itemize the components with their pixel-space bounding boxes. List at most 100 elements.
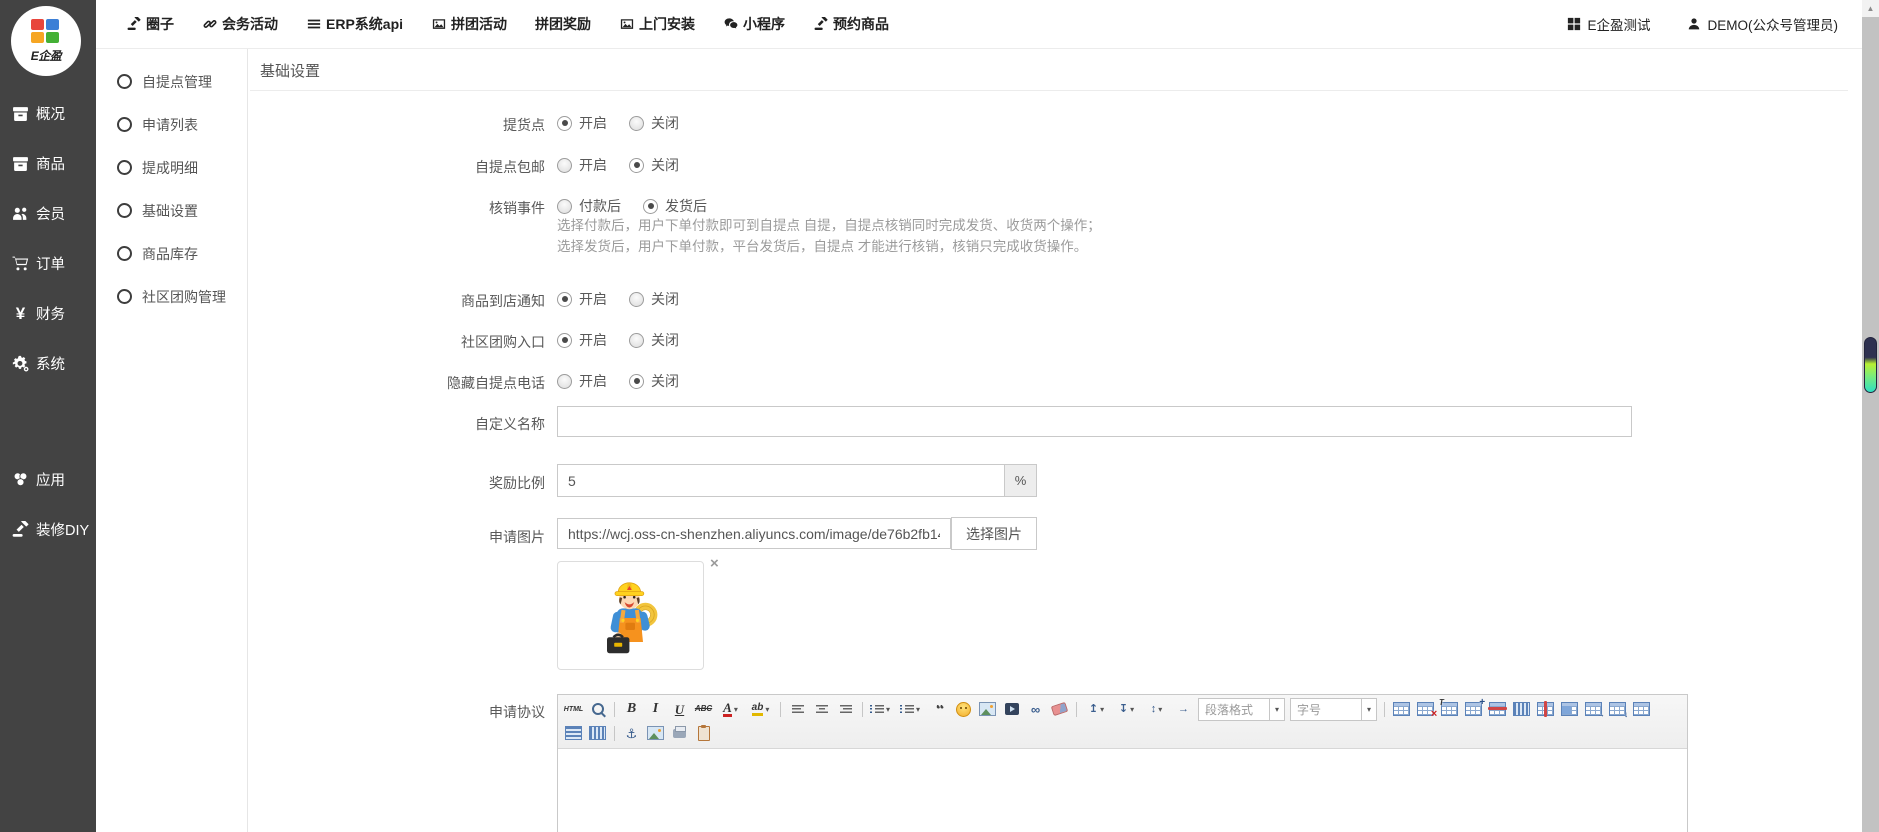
radio-icon[interactable]: [629, 116, 644, 131]
highlight-color-icon[interactable]: ab: [746, 699, 775, 719]
radio-option[interactable]: 发货后: [643, 196, 707, 216]
delete-table-icon[interactable]: [1414, 699, 1437, 719]
radio-option[interactable]: 关闭: [629, 155, 679, 175]
full-table-icon[interactable]: [1630, 699, 1653, 719]
anchor-icon[interactable]: ⚓: [620, 723, 643, 743]
preview-icon[interactable]: [586, 699, 609, 719]
radio-icon[interactable]: [629, 374, 644, 389]
nav-item-mini-program[interactable]: 小程序: [723, 14, 785, 34]
sidebar-item-finance[interactable]: ¥ 财务: [0, 288, 96, 338]
choose-image-button[interactable]: 选择图片: [951, 517, 1037, 550]
radio-icon[interactable]: [557, 333, 572, 348]
underline-icon[interactable]: U: [668, 699, 691, 719]
nav-item-home-install[interactable]: 上门安装: [619, 14, 695, 34]
radio-option[interactable]: 开启: [557, 371, 607, 391]
insert-image-icon[interactable]: [976, 699, 999, 719]
custom-name-input[interactable]: [557, 406, 1632, 437]
radio-icon[interactable]: [643, 199, 658, 214]
subnav-item-commission-detail[interactable]: 提成明细: [96, 146, 247, 189]
print-icon[interactable]: [668, 723, 691, 743]
nav-item-groupbuy-reward[interactable]: 拼团奖励: [535, 14, 591, 34]
radio-option[interactable]: 开启: [557, 289, 607, 309]
table-props-icon[interactable]: [1438, 699, 1461, 719]
font-size-select[interactable]: 字号 ▾: [1290, 698, 1377, 721]
user-menu[interactable]: DEMO(公众号管理员): [1687, 14, 1839, 34]
nav-item-circle[interactable]: 圈子: [126, 14, 174, 34]
radio-icon[interactable]: [629, 333, 644, 348]
subnav-item-community-groupbuy[interactable]: 社区团购管理: [96, 275, 247, 318]
subnav-item-basic-settings[interactable]: 基础设置: [96, 189, 247, 232]
insert-col-right-icon[interactable]: [1582, 699, 1605, 719]
editor-content-area[interactable]: [558, 749, 1687, 832]
radio-option[interactable]: 开启: [557, 113, 607, 133]
insert-table-icon[interactable]: [1390, 699, 1413, 719]
margin-bottom-icon[interactable]: ↧: [1112, 699, 1141, 719]
remove-image-icon[interactable]: ×: [710, 556, 719, 571]
radio-icon[interactable]: [629, 158, 644, 173]
source-code-icon[interactable]: HTML: [562, 699, 585, 719]
insert-media-icon[interactable]: [1000, 699, 1023, 719]
radio-option[interactable]: 付款后: [557, 196, 621, 216]
radio-icon[interactable]: [557, 374, 572, 389]
delete-col-icon[interactable]: [1534, 699, 1557, 719]
image-map-icon[interactable]: [644, 723, 667, 743]
line-height-icon[interactable]: ↕: [1142, 699, 1171, 719]
scroll-up-arrow-icon[interactable]: ▲: [1862, 0, 1879, 17]
font-color-icon[interactable]: A: [716, 699, 745, 719]
app-logo[interactable]: E企盈: [11, 6, 81, 76]
insert-link-icon[interactable]: ∞: [1024, 699, 1047, 719]
radio-option[interactable]: 关闭: [629, 113, 679, 133]
radio-icon[interactable]: [557, 158, 572, 173]
nav-item-reserve-goods[interactable]: 预约商品: [813, 14, 889, 34]
italic-icon[interactable]: I: [644, 699, 667, 719]
table-cols-icon[interactable]: [586, 723, 609, 743]
reward-ratio-input[interactable]: [557, 464, 1005, 497]
paragraph-format-select[interactable]: 段落格式 ▾: [1198, 698, 1285, 721]
bold-icon[interactable]: B: [620, 699, 643, 719]
ordered-list-icon[interactable]: [868, 699, 897, 719]
sidebar-item-members[interactable]: 会员: [0, 188, 96, 238]
blockquote-icon[interactable]: “: [928, 699, 951, 719]
unordered-list-icon[interactable]: [898, 699, 927, 719]
emoticon-icon[interactable]: [952, 699, 975, 719]
paste-icon[interactable]: [692, 723, 715, 743]
insert-row-above-icon[interactable]: [1462, 699, 1485, 719]
insert-row-below-icon[interactable]: [1606, 699, 1629, 719]
table-rows-icon[interactable]: [562, 723, 585, 743]
radio-option[interactable]: 关闭: [629, 330, 679, 350]
sidebar-item-decorate-diy[interactable]: 装修DIY: [0, 504, 96, 554]
subnav-item-application-list[interactable]: 申请列表: [96, 103, 247, 146]
eraser-icon[interactable]: [1048, 699, 1071, 719]
apply-image-url-input[interactable]: [557, 518, 951, 549]
radio-icon[interactable]: [557, 116, 572, 131]
radio-option[interactable]: 开启: [557, 155, 607, 175]
align-right-icon[interactable]: [834, 699, 857, 719]
margin-top-icon[interactable]: ↥: [1082, 699, 1111, 719]
nav-item-conference-activity[interactable]: 会务活动: [202, 14, 278, 34]
merge-cells-icon[interactable]: [1558, 699, 1581, 719]
sidebar-item-overview[interactable]: 概况: [0, 88, 96, 138]
subnav-item-pickup-point-management[interactable]: 自提点管理: [96, 60, 247, 103]
radio-icon[interactable]: [557, 292, 572, 307]
sidebar-item-orders[interactable]: 订单: [0, 238, 96, 288]
subnav-item-goods-stock[interactable]: 商品库存: [96, 232, 247, 275]
radio-option[interactable]: 关闭: [629, 371, 679, 391]
strikethrough-icon[interactable]: ABC: [692, 699, 715, 719]
workspace-switcher[interactable]: E企盈测试: [1566, 14, 1650, 34]
delete-row-icon[interactable]: [1486, 699, 1509, 719]
align-center-icon[interactable]: [810, 699, 833, 719]
radio-icon[interactable]: [629, 292, 644, 307]
radio-icon[interactable]: [557, 199, 572, 214]
sidebar-item-system[interactable]: 系统: [0, 338, 96, 388]
insert-col-icon[interactable]: [1510, 699, 1533, 719]
page-scrollbar[interactable]: ▲: [1862, 0, 1879, 832]
scroll-position-marker[interactable]: [1864, 337, 1877, 393]
nav-item-groupbuy-activity[interactable]: 拼团活动: [431, 14, 507, 34]
indent-icon[interactable]: →: [1172, 699, 1195, 719]
radio-option[interactable]: 开启: [557, 330, 607, 350]
radio-option[interactable]: 关闭: [629, 289, 679, 309]
nav-item-erp-api[interactable]: ERP系统api: [306, 14, 403, 34]
align-left-icon[interactable]: [786, 699, 809, 719]
sidebar-item-apps[interactable]: 应用: [0, 454, 96, 504]
sidebar-item-goods[interactable]: 商品: [0, 138, 96, 188]
